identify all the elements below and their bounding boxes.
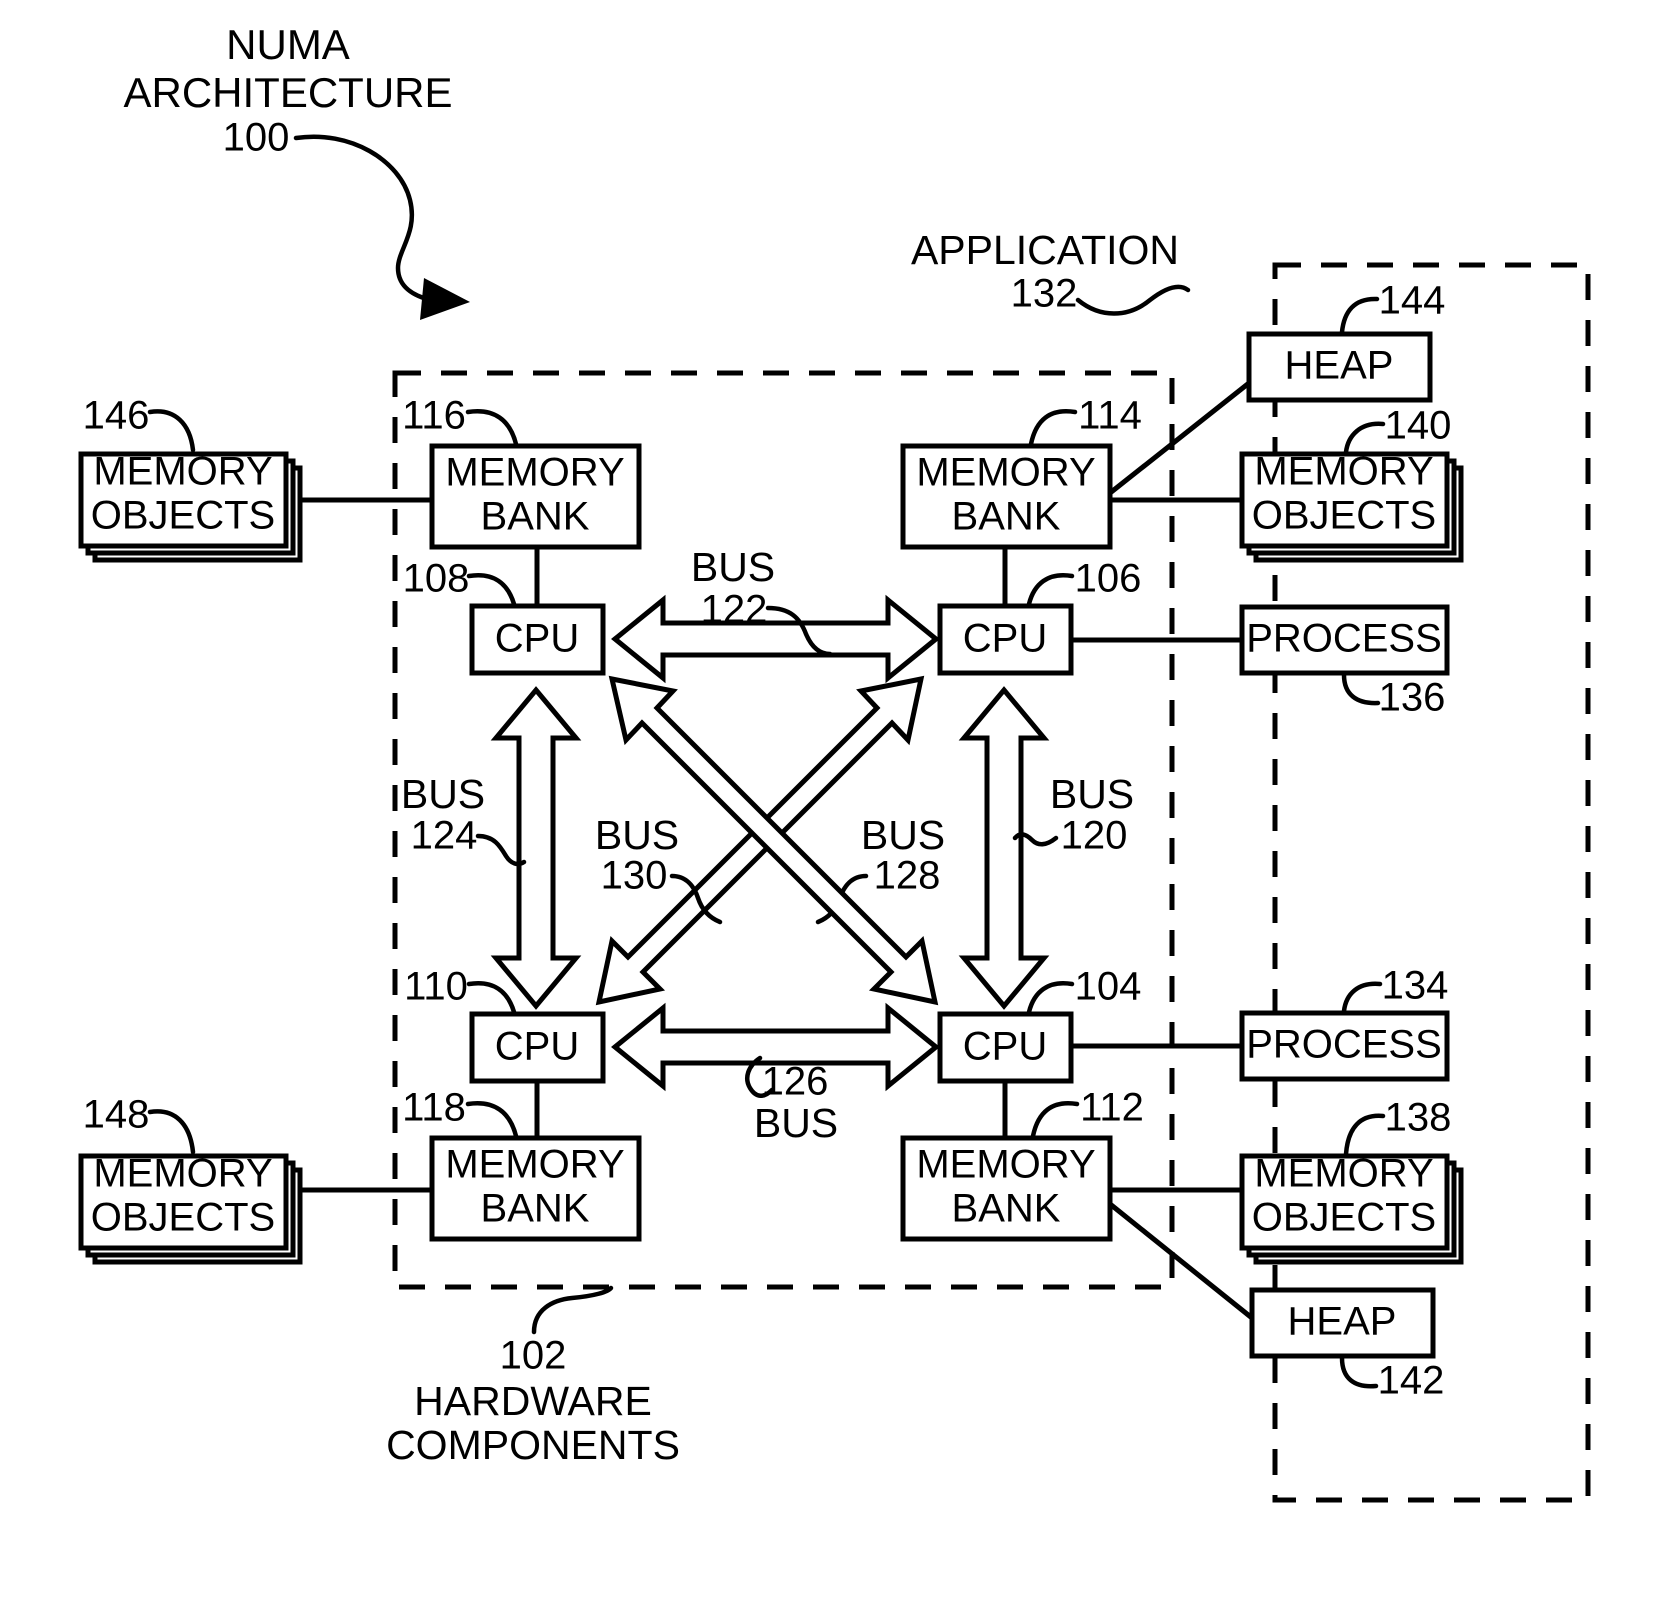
memory-bank-118-ref: 118 — [402, 1086, 466, 1130]
memory-bank-112-line-2: BANK — [952, 1187, 1061, 1231]
cpu-104-label: CPU — [963, 1025, 1047, 1069]
memory-objects-148-ref: 148 — [83, 1093, 150, 1137]
memory-bank-116-ref: 116 — [402, 394, 466, 438]
figure-title-pointer-arrow — [293, 134, 470, 320]
memory-bank-116: MEMORY BANK 116 — [402, 394, 642, 550]
bus-122: BUS 122 — [611, 544, 940, 684]
memory-objects-146: MEMORY OBJECTS 146 — [78, 394, 303, 563]
figure-canvas: NUMA ARCHITECTURE 100 APPLICATION 132 10… — [0, 0, 1661, 1599]
process-134-ref: 134 — [1382, 964, 1449, 1008]
memory-objects-148-line-1: MEMORY — [93, 1152, 272, 1196]
numa-architecture-diagram: NUMA ARCHITECTURE 100 APPLICATION 132 10… — [78, 21, 1591, 1503]
memory-objects-140: MEMORY OBJECTS 140 — [1239, 404, 1464, 563]
hardware-ref: 102 — [500, 1334, 567, 1378]
cpu-110-label: CPU — [495, 1025, 579, 1069]
memory-objects-138-line-1: MEMORY — [1254, 1152, 1433, 1196]
process-136-ref: 136 — [1379, 676, 1446, 720]
bus-120-label: BUS — [1050, 771, 1134, 817]
bus-126-label: BUS — [754, 1100, 838, 1146]
memory-objects-146-line-1: MEMORY — [93, 450, 272, 494]
bus-128-label: BUS — [861, 812, 945, 858]
memory-bank-114: MEMORY BANK 114 — [900, 394, 1142, 550]
bus-120: BUS 120 — [958, 686, 1134, 1010]
figure-title-ref: 100 — [223, 116, 290, 160]
application-label: APPLICATION — [911, 227, 1179, 273]
memory-bank-114-line-2: BANK — [952, 495, 1061, 539]
memory-objects-146-line-2: OBJECTS — [91, 494, 275, 538]
memory-bank-112-line-1: MEMORY — [916, 1143, 1095, 1187]
memory-objects-138-ref: 138 — [1385, 1096, 1452, 1140]
memory-bank-118: MEMORY BANK 118 — [402, 1086, 642, 1242]
link-mb112-heap142 — [1108, 1202, 1254, 1320]
memory-objects-146-ref: 146 — [83, 394, 150, 438]
application-ref: 132 — [1011, 272, 1078, 316]
heap-142-label: HEAP — [1288, 1300, 1397, 1344]
hardware-label-line-1: HARDWARE — [414, 1378, 652, 1424]
memory-bank-118-line-2: BANK — [481, 1187, 590, 1231]
process-136-label: PROCESS — [1246, 617, 1442, 661]
bus-130-label: BUS — [595, 812, 679, 858]
memory-objects-138-line-2: OBJECTS — [1252, 1196, 1436, 1240]
hardware-label-line-2: COMPONENTS — [386, 1422, 680, 1468]
memory-bank-112: MEMORY BANK 112 — [900, 1086, 1144, 1242]
bus-122-label: BUS — [691, 544, 775, 590]
bus-124-ref: 124 — [411, 814, 478, 858]
process-134-label: PROCESS — [1246, 1023, 1442, 1067]
cpu-110: CPU 110 — [404, 965, 606, 1084]
process-136: PROCESS 136 — [1239, 604, 1450, 720]
bus-126-ref: 126 — [762, 1060, 829, 1104]
memory-bank-114-line-1: MEMORY — [916, 451, 1095, 495]
figure-title: NUMA ARCHITECTURE 100 — [123, 21, 452, 159]
memory-objects-148: MEMORY OBJECTS 148 — [78, 1093, 303, 1265]
memory-bank-116-line-2: BANK — [481, 495, 590, 539]
memory-objects-140-line-2: OBJECTS — [1252, 494, 1436, 538]
bus-122-ref: 122 — [701, 588, 768, 632]
memory-objects-138: MEMORY OBJECTS 138 — [1239, 1096, 1464, 1265]
heap-142: HEAP 142 — [1249, 1287, 1445, 1403]
bus-128-ref: 128 — [874, 854, 941, 898]
cpu-110-ref: 110 — [404, 965, 468, 1009]
bus-120-ref: 120 — [1061, 814, 1128, 858]
memory-bank-112-ref: 112 — [1080, 1086, 1144, 1130]
heap-142-ref: 142 — [1378, 1359, 1445, 1403]
bus-124: BUS 124 — [401, 686, 582, 1010]
process-134: PROCESS 134 — [1239, 964, 1450, 1082]
cpu-108-label: CPU — [495, 617, 579, 661]
cpu-106-label: CPU — [963, 617, 1047, 661]
hardware-components-region-label: 102 HARDWARE COMPONENTS — [386, 1285, 680, 1468]
cpu-108: CPU 108 — [403, 557, 606, 676]
heap-144-ref: 144 — [1379, 279, 1446, 323]
bus-124-label: BUS — [401, 771, 485, 817]
figure-title-line-1: NUMA — [226, 21, 350, 68]
memory-objects-140-ref: 140 — [1385, 404, 1452, 448]
cpu-104: CPU 104 — [937, 965, 1142, 1084]
cpu-108-ref: 108 — [403, 557, 470, 601]
application-region-label: APPLICATION 132 — [911, 227, 1191, 316]
bus-130-ref: 130 — [601, 854, 668, 898]
memory-objects-148-line-2: OBJECTS — [91, 1196, 275, 1240]
memory-bank-116-line-1: MEMORY — [445, 451, 624, 495]
heap-144: HEAP 144 — [1246, 279, 1446, 403]
heap-144-label: HEAP — [1285, 344, 1394, 388]
cpu-106: CPU 106 — [937, 557, 1142, 676]
memory-objects-140-line-1: MEMORY — [1254, 450, 1433, 494]
cpu-106-ref: 106 — [1075, 557, 1142, 601]
memory-bank-118-line-1: MEMORY — [445, 1143, 624, 1187]
figure-title-line-2: ARCHITECTURE — [123, 69, 452, 116]
bus-126: 126 BUS — [611, 1002, 940, 1146]
memory-bank-114-ref: 114 — [1078, 394, 1142, 438]
cpu-104-ref: 104 — [1075, 965, 1142, 1009]
